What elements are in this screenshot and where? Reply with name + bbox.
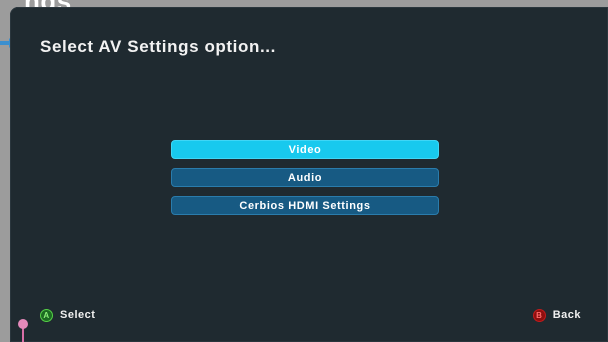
back-label: Back xyxy=(552,309,581,321)
a-button-icon: A xyxy=(40,308,53,322)
b-button-icon: B xyxy=(532,308,546,322)
page-title: Select AV Settings option... xyxy=(40,37,276,56)
pin-marker-icon xyxy=(18,319,28,342)
back-hint[interactable]: B Back xyxy=(532,307,581,323)
av-settings-menu: Video Audio Cerbios HDMI Settings xyxy=(171,140,439,224)
av-settings-screen: Select AV Settings option... Video Audio… xyxy=(10,7,608,342)
menu-item-video[interactable]: Video xyxy=(171,140,439,159)
select-label: Select xyxy=(60,309,96,321)
menu-item-audio[interactable]: Audio xyxy=(171,168,439,187)
select-hint[interactable]: A Select xyxy=(40,307,95,323)
menu-item-cerbios-hdmi-settings[interactable]: Cerbios HDMI Settings xyxy=(171,196,439,215)
